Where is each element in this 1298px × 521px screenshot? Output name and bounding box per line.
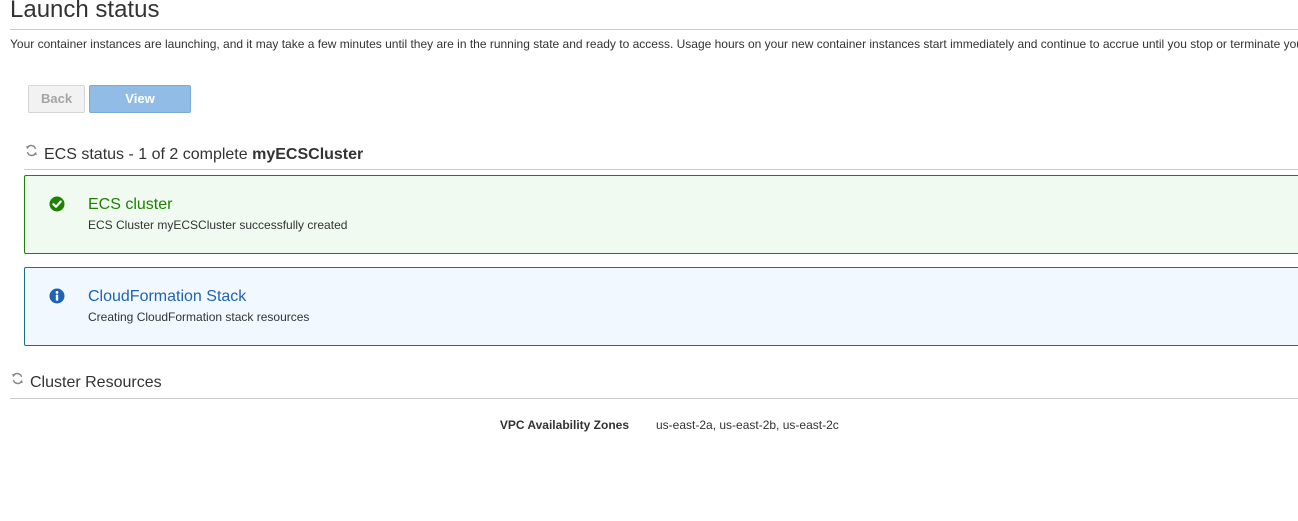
- launch-status-page: Launch status Your container instances a…: [0, 0, 1298, 521]
- check-circle-icon: [49, 196, 65, 212]
- launch-description: Your container instances are launching, …: [10, 37, 1298, 51]
- ecs-cluster-status-card: ECS cluster ECS Cluster myECSCluster suc…: [24, 175, 1298, 254]
- cluster-resources-header: Cluster Resources: [11, 372, 162, 392]
- title-divider: [10, 29, 1298, 30]
- ecs-status-header: ECS status - 1 of 2 complete myECSCluste…: [25, 144, 364, 164]
- refresh-icon: [25, 144, 38, 162]
- cloudformation-stack-status-card: CloudFormation Stack Creating CloudForma…: [24, 267, 1298, 346]
- status-title: CloudFormation Stack: [88, 288, 247, 305]
- vpc-availability-zones-value: us-east-2a, us-east-2b, us-east-2c: [656, 418, 839, 432]
- cluster-name: myECSCluster: [252, 146, 364, 163]
- status-message: Creating CloudFormation stack resources: [88, 310, 310, 324]
- cluster-resources-title: Cluster Resources: [30, 374, 162, 391]
- back-button[interactable]: Back: [28, 85, 85, 113]
- view-cluster-button[interactable]: View Cluster: [89, 85, 191, 132]
- refresh-icon: [11, 372, 24, 390]
- status-message: ECS Cluster myECSCluster successfully cr…: [88, 218, 348, 232]
- page-title: Launch status: [10, 0, 160, 23]
- vpc-availability-zones-label: VPC Availability Zones: [499, 418, 629, 432]
- info-circle-icon: [49, 288, 65, 304]
- ecs-status-divider: [24, 169, 1298, 170]
- cluster-resources-divider: [10, 398, 1298, 399]
- ecs-status-text: ECS status - 1 of 2 complete: [44, 146, 248, 163]
- status-title: ECS cluster: [88, 196, 173, 213]
